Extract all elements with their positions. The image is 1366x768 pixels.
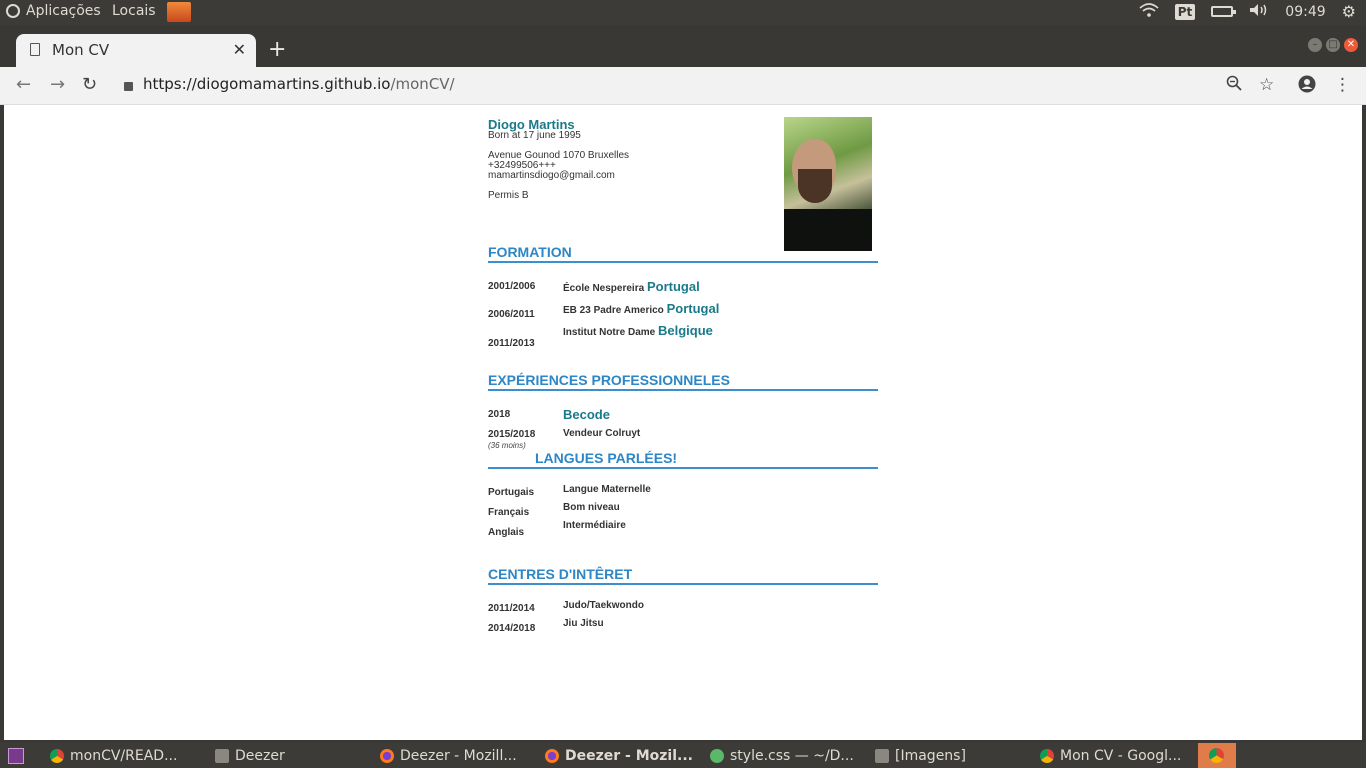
formation-school: Institut Notre Dame Belgique: [563, 323, 713, 338]
taskbar-item-deezer[interactable]: Deezer: [215, 743, 365, 768]
taskbar-item-firefox-deezer[interactable]: Deezer - Mozill...: [380, 743, 530, 768]
taskbar: monCV/READ... Deezer Deezer - Mozill... …: [0, 743, 1366, 768]
page-icon: [30, 43, 40, 56]
bookmark-star-icon[interactable]: ☆: [1259, 75, 1274, 95]
formation-year: 2006/2011: [488, 309, 535, 320]
battery-icon[interactable]: [1211, 6, 1237, 17]
formation-year: 2001/2006: [488, 281, 536, 292]
app-icon: [215, 748, 229, 763]
system-tray: Pt 09:49 ⚙: [1139, 2, 1356, 21]
zoom-icon[interactable]: [1226, 75, 1242, 96]
maximize-button[interactable]: □: [1326, 38, 1340, 52]
language-name: Portugais: [488, 487, 535, 498]
experience-year: 2015/2018: [488, 429, 536, 440]
clock[interactable]: 09:49: [1285, 4, 1325, 20]
back-button[interactable]: ←: [16, 74, 31, 95]
wifi-icon[interactable]: [1139, 2, 1159, 21]
experience-year: 2018: [488, 409, 511, 420]
section-formation-heading: FORMATION: [488, 244, 878, 263]
window-controls: – □ ✕: [1308, 38, 1358, 52]
chrome-icon: [1209, 748, 1224, 763]
new-tab-button[interactable]: +: [268, 37, 286, 62]
keyboard-layout-indicator[interactable]: Pt: [1174, 3, 1196, 20]
taskbar-item-imagens[interactable]: [Imagens]: [875, 743, 1025, 768]
formation-school: École Nespereira Portugal: [563, 279, 700, 294]
chrome-icon: [50, 748, 64, 763]
language-name: Anglais: [488, 527, 525, 538]
experience-job: Vendeur Colruyt: [563, 428, 641, 439]
taskbar-item-style-css[interactable]: style.css — ~/D...: [710, 743, 860, 768]
address-bar[interactable]: https://diogomamartins.github.io/monCV/: [124, 75, 455, 93]
tab-close-icon[interactable]: ✕: [233, 40, 246, 59]
section-experience-heading: EXPÉRIENCES PROFESSIONNELES: [488, 372, 878, 391]
system-top-panel: Aplicações Locais Pt 09:49 ⚙: [0, 0, 1366, 25]
taskbar-item-chrome-highlight[interactable]: [1198, 743, 1236, 768]
taskbar-item-mon-cv-chrome[interactable]: Mon CV - Googl...: [1040, 743, 1190, 768]
browser-toolbar: ← → ↻ https://diogomamartins.github.io/m…: [0, 67, 1366, 105]
section-interests-heading: CENTRES D'INTÊRET: [488, 566, 878, 585]
language-level: Bom niveau: [563, 502, 620, 513]
interest-year: 2011/2014: [488, 603, 535, 614]
tab-strip: Mon CV ✕ + – □ ✕: [0, 25, 1366, 67]
url-path: /monCV/: [390, 75, 455, 93]
url-host: https://diogomamartins.github.io: [143, 75, 391, 93]
page-viewport: Diogo Martins Born at 17 june 1995 Avenu…: [4, 105, 1362, 740]
taskbar-item-firefox-deezer-active[interactable]: Deezer - Mozil...: [545, 743, 695, 768]
firefox-icon: [380, 748, 394, 763]
language-level: Langue Maternelle: [563, 484, 651, 495]
section-languages-heading: LANGUES PARLÉES!: [488, 450, 878, 469]
formation-year: 2011/2013: [488, 338, 535, 349]
lock-icon: [124, 81, 133, 91]
menu-kebab-icon[interactable]: ⋮: [1334, 75, 1351, 95]
forward-button[interactable]: →: [50, 74, 65, 95]
close-window-button[interactable]: ✕: [1344, 38, 1358, 52]
reload-button[interactable]: ↻: [82, 74, 97, 95]
tab-title: Mon CV: [52, 41, 110, 59]
firefox-icon: [545, 748, 559, 763]
driving-license: Permis B: [488, 190, 529, 201]
applications-label: Aplicações: [26, 3, 101, 19]
formation-school: EB 23 Padre Americo Portugal: [563, 301, 720, 316]
profile-icon[interactable]: [1298, 75, 1316, 98]
volume-icon[interactable]: [1249, 3, 1269, 21]
editor-icon: [710, 748, 724, 763]
minimize-button[interactable]: –: [1308, 38, 1322, 52]
birth-date: Born at 17 june 1995: [488, 130, 581, 141]
profile-photo: [784, 117, 872, 251]
interest-year: 2014/2018: [488, 623, 536, 634]
experience-company: Becode: [563, 407, 610, 422]
chrome-icon: [1040, 748, 1054, 763]
interest-activity: Jiu Jitsu: [563, 618, 604, 629]
show-desktop-icon[interactable]: [8, 748, 24, 764]
folder-icon[interactable]: [167, 2, 191, 22]
interest-activity: Judo/Taekwondo: [563, 600, 644, 611]
tab-mon-cv[interactable]: Mon CV ✕: [16, 34, 256, 67]
taskbar-item-moncv-readme[interactable]: monCV/READ...: [50, 743, 200, 768]
settings-gear-icon[interactable]: ⚙: [1342, 2, 1356, 21]
folder-icon: [875, 748, 889, 763]
places-menu[interactable]: Locais: [112, 3, 156, 19]
email: mamartinsdiogo@gmail.com: [488, 170, 615, 181]
language-name: Français: [488, 507, 530, 518]
applications-menu[interactable]: Aplicações: [6, 3, 101, 19]
language-level: Intermédiaire: [563, 520, 626, 531]
ubuntu-logo-icon: [6, 4, 20, 18]
experience-duration: (36 moins): [488, 441, 526, 450]
